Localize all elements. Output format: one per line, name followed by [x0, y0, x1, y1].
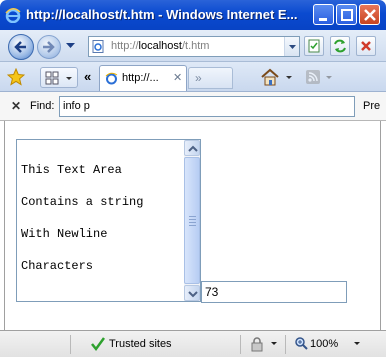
minimize-icon [319, 18, 327, 21]
tab-label: http://... [122, 72, 159, 84]
home-icon[interactable] [260, 68, 294, 86]
scroll-up-button[interactable] [184, 140, 200, 156]
back-button[interactable] [8, 34, 34, 60]
back-arrow-icon [14, 41, 26, 53]
forward-button[interactable] [37, 35, 61, 59]
maximize-button[interactable] [336, 4, 357, 25]
protected-mode-dropdown-icon[interactable] [271, 342, 277, 345]
textarea-text: This Text Area Contains a string With Newl… [21, 154, 143, 282]
title-bar: http://localhost/t.htm - Windows Interne… [0, 0, 386, 30]
page-content: This Text Area Contains a string With Newl… [4, 121, 381, 330]
scroll-thumb[interactable] [184, 157, 200, 284]
compatibility-view-icon [308, 39, 320, 53]
zoom-icon[interactable] [294, 336, 308, 350]
favorites-star-icon[interactable] [7, 68, 25, 86]
textarea-line: This Text Area [21, 163, 122, 177]
close-icon [364, 9, 376, 21]
new-tab-button[interactable]: » [188, 67, 233, 89]
compatibility-button[interactable] [304, 36, 324, 56]
number-input[interactable]: 73 [201, 281, 347, 303]
textarea-scrollbar[interactable] [184, 140, 200, 301]
address-field[interactable]: http://localhost/t.htm [88, 36, 300, 57]
scroll-down-button[interactable] [184, 285, 200, 301]
find-label: Find: [30, 100, 55, 112]
close-button[interactable] [359, 4, 380, 25]
stop-button[interactable] [356, 36, 376, 56]
find-input[interactable]: info p [59, 96, 355, 117]
scroll-up-icon [188, 145, 198, 152]
forward-arrow-icon [43, 41, 55, 53]
page-icon [92, 40, 104, 53]
chevron-down-icon [289, 45, 296, 49]
minimize-button[interactable] [313, 4, 334, 25]
security-zone-label[interactable]: Trusted sites [109, 338, 172, 350]
window-title: http://localhost/t.htm - Windows Interne… [26, 7, 298, 22]
address-text: http://localhost/t.htm [111, 40, 210, 52]
zoom-level[interactable]: 100% [310, 338, 338, 350]
address-toolbar: http://localhost/t.htm [0, 30, 386, 62]
multiline-textarea[interactable]: This Text Area Contains a string With Newl… [16, 139, 201, 302]
stop-icon [361, 41, 371, 51]
textarea-line: Characters [21, 259, 94, 273]
quick-tabs-button[interactable] [40, 67, 78, 88]
tab-localhost[interactable]: http://... ✕ [99, 65, 187, 91]
tab-close-icon[interactable]: ✕ [173, 71, 182, 84]
scroll-down-icon [188, 291, 198, 298]
ie-logo-icon [5, 8, 21, 23]
refresh-button[interactable] [330, 36, 350, 56]
find-close-icon[interactable]: ✕ [11, 99, 21, 113]
find-bar: ✕ Find: info p Pre [0, 92, 386, 121]
trusted-check-icon [91, 337, 106, 352]
quick-tabs-icon [45, 71, 72, 85]
textarea-line: With Newline [21, 227, 108, 241]
refresh-icon [334, 39, 346, 53]
find-previous-button[interactable]: Pre [363, 100, 380, 112]
protected-mode-icon[interactable] [250, 337, 266, 352]
maximize-icon [341, 9, 353, 21]
address-dropdown-button[interactable] [284, 37, 299, 56]
status-bar: Trusted sites 100% [0, 330, 386, 357]
textarea-line: Contains a string [21, 195, 144, 209]
new-tab-label: » [195, 71, 202, 85]
zoom-dropdown-icon[interactable] [354, 342, 360, 345]
ie-page-icon [105, 72, 118, 85]
tab-scroll-left-button[interactable]: « [84, 69, 91, 84]
recent-pages-dropdown-icon[interactable] [66, 43, 75, 49]
feeds-icon[interactable] [305, 69, 335, 85]
tab-bar: « http://... ✕ » [0, 62, 386, 92]
